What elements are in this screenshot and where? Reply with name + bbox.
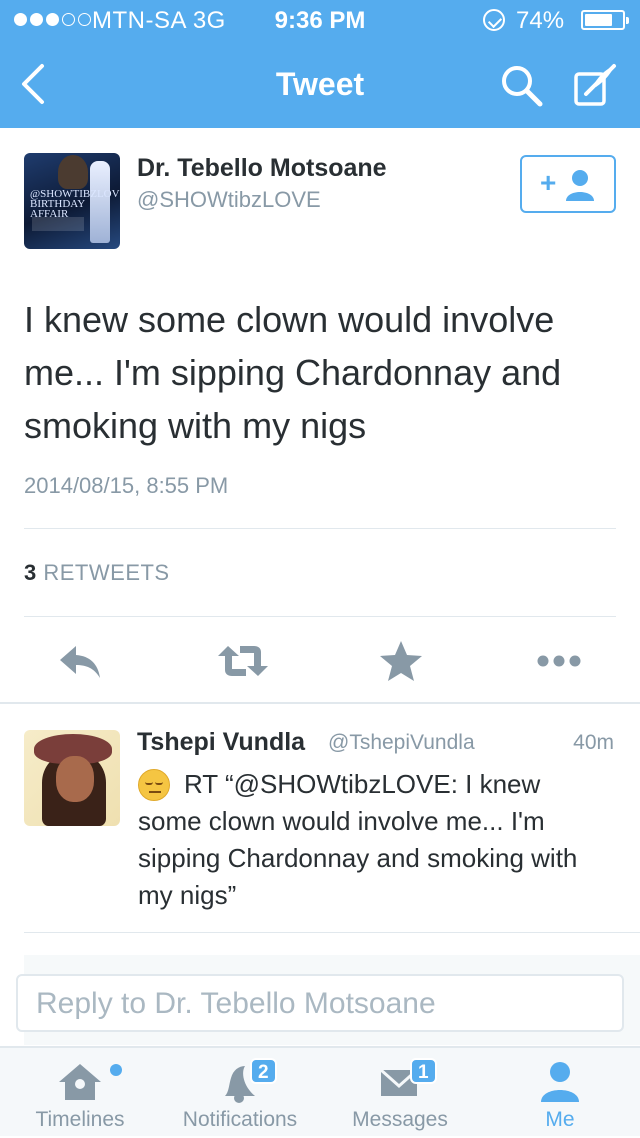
follow-button[interactable]: + — [520, 155, 616, 213]
reply-icon — [60, 646, 100, 678]
plus-label: + — [540, 167, 557, 198]
author-name[interactable]: Dr. Tebello Motsoane — [137, 154, 387, 183]
retweet-count-label: RETWEETS — [43, 560, 170, 585]
author-handle[interactable]: @SHOWtibzLOVE — [137, 187, 321, 213]
reply-author-handle[interactable]: @TshepiVundla — [328, 731, 475, 755]
retweet-button[interactable] — [216, 636, 268, 686]
search-icon — [502, 66, 543, 107]
tab-label: Notifications — [182, 1108, 298, 1131]
compose-quill-icon — [574, 64, 616, 106]
add-person-icon — [566, 170, 594, 201]
new-content-dot — [110, 1064, 122, 1076]
section-divider — [0, 702, 640, 704]
divider — [24, 616, 616, 617]
tab-label: Messages — [352, 1108, 448, 1131]
reply-author-name[interactable]: Tshepi Vundla — [137, 728, 305, 757]
favorite-button[interactable] — [376, 636, 426, 686]
search-button[interactable] — [496, 60, 546, 110]
battery-icon — [581, 10, 629, 30]
reply-text: RT “@SHOWtibzLOVE: I knew some clown wou… — [138, 769, 578, 910]
reply-box[interactable] — [16, 974, 624, 1032]
navigation-bar: MTN-SA 3G 9:36 PM 74% Tweet — [0, 0, 640, 128]
status-bar: MTN-SA 3G 9:36 PM 74% — [0, 0, 640, 40]
tweet-timestamp: 2014/08/15, 8:55 PM — [24, 473, 229, 498]
retweet-count[interactable]: 3 RETWEETS — [24, 560, 170, 586]
notifications-badge: 2 — [250, 1058, 277, 1084]
reply-button[interactable] — [56, 636, 106, 686]
divider — [24, 528, 616, 529]
favorite-star-icon — [380, 641, 422, 681]
tab-label: Me — [545, 1108, 575, 1131]
reply-author-avatar[interactable] — [24, 730, 120, 826]
rotation-lock-icon — [483, 9, 505, 31]
battery-percent: 74% — [516, 7, 565, 34]
tab-timelines[interactable]: Timelines — [0, 1048, 160, 1138]
reply-time: 40m — [573, 731, 614, 754]
tweet-actions — [0, 630, 640, 690]
compose-button[interactable] — [570, 60, 620, 110]
tab-me[interactable]: Me — [480, 1048, 640, 1138]
messages-badge: 1 — [410, 1058, 437, 1084]
home-icon — [59, 1064, 101, 1100]
tweet-text: I knew some clown would involve me... I'… — [24, 299, 562, 446]
person-icon — [541, 1062, 579, 1102]
tab-notifications[interactable]: 2 Notifications — [160, 1048, 320, 1138]
divider — [24, 932, 640, 933]
retweet-count-number: 3 — [24, 560, 37, 585]
retweet-icon — [218, 646, 268, 676]
tab-messages[interactable]: 1 Messages — [320, 1048, 480, 1138]
more-button[interactable] — [534, 636, 584, 686]
tab-label: Timelines — [35, 1108, 125, 1131]
tab-bar: Timelines 2 Notifications 1 Messages Me — [0, 1046, 640, 1136]
reply-input[interactable] — [34, 986, 604, 1022]
author-avatar[interactable]: @SHOWTIBZLOVE BIRTHDAY AFFAIR — [24, 153, 120, 249]
more-dots-icon — [537, 655, 581, 667]
